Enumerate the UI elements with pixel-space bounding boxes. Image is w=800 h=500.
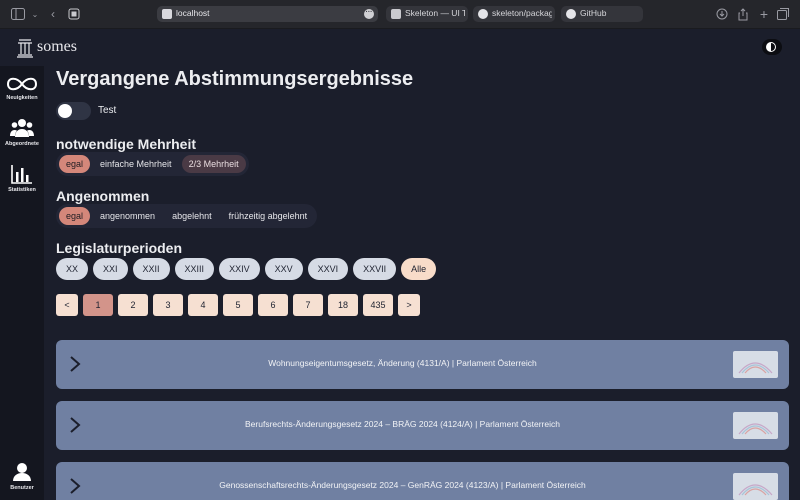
page-title: Vergangene Abstimmungsergebnisse [56, 68, 414, 90]
pagination-next-button[interactable]: > [398, 294, 420, 316]
toggle-knob [58, 104, 72, 118]
tab-favicon-icon [391, 9, 401, 19]
result-title: Wohnungseigentumsgesetz, Änderung (4131/… [268, 358, 537, 368]
pagination-page-button[interactable]: 3 [153, 294, 183, 316]
legislatur-option[interactable]: XXVII [353, 258, 397, 280]
chevron-down-icon[interactable]: ⌄ [28, 8, 42, 21]
result-card[interactable]: Wohnungseigentumsgesetz, Änderung (4131/… [56, 340, 789, 389]
parliament-thumbnail [733, 412, 778, 439]
chevron-right-icon[interactable] [68, 356, 82, 372]
url-bar[interactable]: localhost ··· [157, 6, 378, 22]
test-toggle[interactable] [56, 102, 91, 120]
back-arrow-icon[interactable]: ‹ [46, 8, 60, 21]
result-title: Genossenschaftsrechts-Änderungsgesetz 20… [219, 480, 586, 490]
angenommen-option-egal[interactable]: egal [59, 207, 91, 225]
pagination: < 1 2 3 4 5 6 7 18 435 > [56, 294, 425, 316]
sidebar-item-statistiken[interactable]: Statistiken [0, 164, 44, 193]
pagination-prev-button[interactable]: < [56, 294, 78, 316]
sidebar: Neuigkeiten Abgeordnete Statistiken Benu… [0, 66, 44, 500]
pagination-page-button[interactable]: 18 [328, 294, 358, 316]
legislatur-filter: XX XXI XXII XXIII XXIV XXV XXVI XXVII Al… [56, 258, 441, 280]
parliament-thumbnail [733, 473, 778, 500]
pagination-page-button[interactable]: 6 [258, 294, 288, 316]
url-text: localhost [176, 8, 210, 18]
pagination-page-button[interactable]: 4 [188, 294, 218, 316]
legislatur-option[interactable]: XX [56, 258, 89, 280]
result-card[interactable]: Berufsrechts-Änderungsgesetz 2024 – BRÄG… [56, 401, 789, 450]
browser-tab-skeleton[interactable]: Skeleton — UI T... [386, 6, 468, 22]
mehrheit-filter: egal einfache Mehrheit 2/3 Mehrheit [56, 152, 249, 176]
legislatur-option[interactable]: XXV [264, 258, 303, 280]
mehrheit-option-egal[interactable]: egal [59, 155, 91, 173]
angenommen-option-angenommen[interactable]: angenommen [93, 207, 162, 225]
tab-label: GitHub [580, 8, 607, 18]
legislatur-option[interactable]: XXII [132, 258, 170, 280]
new-tab-icon[interactable]: + [757, 7, 771, 21]
site-favicon-icon [162, 9, 172, 19]
mehrheit-option-zweidrittel[interactable]: 2/3 Mehrheit [181, 155, 246, 173]
angenommen-heading: Angenommen [56, 188, 150, 204]
result-title: Berufsrechts-Änderungsgesetz 2024 – BRÄG… [245, 419, 560, 429]
angenommen-option-fruehzeitig[interactable]: frühzeitig abgelehnt [222, 207, 315, 225]
bar-chart-icon [11, 165, 32, 184]
sidebar-item-label: Statistiken [8, 187, 36, 193]
main-content: Vergangene Abstimmungsergebnisse Test no… [44, 66, 800, 500]
angenommen-filter: egal angenommen abgelehnt frühzeitig abg… [56, 204, 318, 228]
tab-grid-icon[interactable] [777, 8, 791, 21]
sidebar-item-label: Benutzer [10, 485, 34, 491]
parliament-thumbnail [733, 351, 778, 378]
chevron-right-icon[interactable] [68, 417, 82, 433]
result-card[interactable]: Genossenschaftsrechts-Änderungsgesetz 20… [56, 462, 789, 500]
mehrheit-option-einfach[interactable]: einfache Mehrheit [93, 155, 179, 173]
pagination-page-button[interactable]: 5 [223, 294, 253, 316]
angenommen-option-abgelehnt[interactable]: abgelehnt [165, 207, 219, 225]
download-icon[interactable] [716, 8, 730, 21]
mehrheit-heading: notwendige Mehrheit [56, 136, 196, 152]
tab-overview-icon[interactable] [68, 8, 82, 21]
legislatur-option-alle[interactable]: Alle [401, 258, 437, 280]
sidebar-item-label: Neuigkeiten [6, 95, 38, 101]
app-header: somes [0, 29, 800, 66]
brand-name[interactable]: somes [37, 38, 77, 56]
pagination-page-button[interactable]: 435 [363, 294, 393, 316]
share-icon[interactable] [737, 8, 751, 21]
browser-toolbar: ⌄ ‹ localhost ··· Skeleton — UI T... ske… [0, 0, 800, 29]
theme-toggle-button[interactable] [762, 39, 782, 55]
toggle-label: Test [98, 105, 117, 116]
pagination-page-button[interactable]: 2 [118, 294, 148, 316]
tab-label: skeleton/packag... [492, 8, 552, 18]
browser-tab-github[interactable]: GitHub [561, 6, 643, 22]
sidebar-toggle-icon[interactable] [11, 8, 25, 21]
pagination-page-button[interactable]: 7 [293, 294, 323, 316]
parliament-logo-icon [17, 39, 33, 58]
legislatur-heading: Legislaturperioden [56, 240, 183, 256]
legislatur-option[interactable]: XXVI [307, 258, 349, 280]
sidebar-item-label: Abgeordnete [5, 141, 39, 147]
chevron-right-icon[interactable] [68, 478, 82, 494]
user-icon [13, 463, 31, 481]
github-icon [566, 9, 576, 19]
legislatur-option[interactable]: XXIV [219, 258, 260, 280]
people-icon [10, 119, 34, 137]
pagination-page-button[interactable]: 1 [83, 294, 113, 316]
sidebar-item-abgeordnete[interactable]: Abgeordnete [0, 118, 44, 147]
sidebar-item-neuigkeiten[interactable]: Neuigkeiten [0, 76, 44, 101]
legislatur-option[interactable]: XXI [93, 258, 128, 280]
browser-tab-skeleton-package[interactable]: skeleton/packag... [473, 6, 555, 22]
tab-label: Skeleton — UI T... [405, 8, 465, 18]
sidebar-item-benutzer[interactable]: Benutzer [0, 462, 44, 491]
contrast-icon [766, 42, 776, 52]
github-icon [478, 9, 488, 19]
legislatur-option[interactable]: XXIII [174, 258, 215, 280]
more-options-icon[interactable]: ··· [364, 9, 374, 19]
infinity-icon [6, 77, 38, 91]
